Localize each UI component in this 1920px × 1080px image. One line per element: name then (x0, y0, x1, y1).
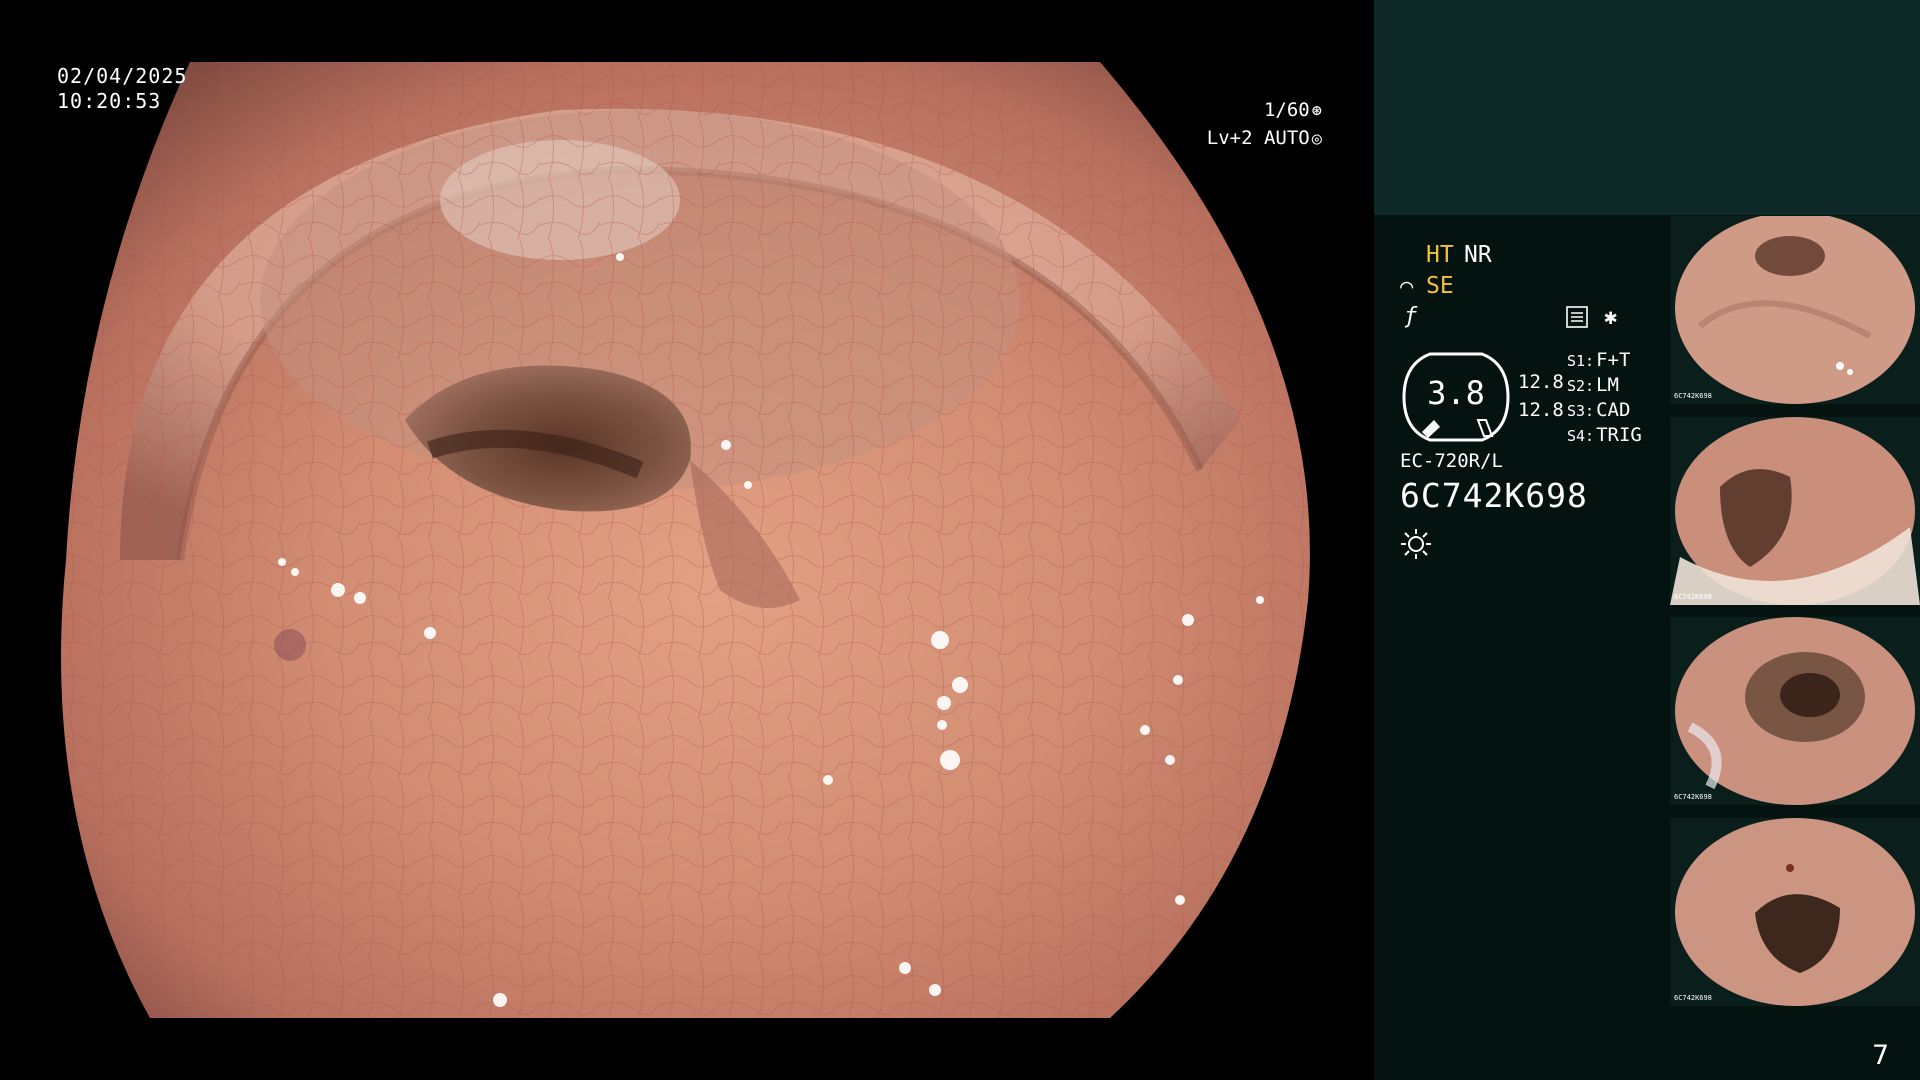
switch-s4: S4: TRIG (1567, 424, 1642, 446)
thumbnail-serial: 6C742K698 (1674, 392, 1712, 400)
value-1: 12.8 (1518, 371, 1564, 393)
value-2: 12.8 (1518, 399, 1564, 421)
freeze-icon: ƒ (1404, 304, 1418, 329)
ht-indicator: HT (1426, 242, 1454, 268)
thumbnail-image (1675, 818, 1915, 1006)
exam-time: 10:20:53 (57, 89, 162, 113)
star-indicator: ✱ (1604, 305, 1618, 330)
switch-s2: S2: LM (1567, 374, 1619, 396)
se-indicator: SE (1426, 273, 1454, 299)
captured-image-thumbnail[interactable]: 6C742K698 (1670, 617, 1920, 805)
captured-image-thumbnail[interactable]: 6C742K698 (1670, 216, 1920, 404)
captured-image-thumbnail[interactable]: 6C742K698 (1670, 818, 1920, 1006)
iris-value: Lv+2 AUTO (1206, 127, 1310, 149)
thumbnail-serial: 6C742K698 (1674, 994, 1712, 1002)
switch-s1: S1: F+T (1567, 349, 1631, 371)
gauge-value: 3.8 (1427, 374, 1485, 412)
panel-header-area (1374, 0, 1920, 215)
shutter-speed: 1/60 ⊛ (1264, 99, 1322, 121)
shutter-value: 1/60 (1263, 99, 1310, 121)
shutter-icon: ⊛ (1311, 101, 1322, 121)
structure-enhance-icon: ⌒ (1400, 274, 1414, 299)
thumbnail-serial: 6C742K698 (1674, 793, 1712, 801)
memory-mode-icon (1566, 306, 1588, 328)
thumbnail-image (1675, 617, 1915, 805)
thumbnail-serial: 6C742K698 (1674, 593, 1712, 601)
light-source-icon (1401, 529, 1431, 559)
thumbnail-image (1675, 216, 1915, 404)
nr-indicator: NR (1464, 242, 1492, 268)
iris-setting: Lv+2 AUTO ◎ (1207, 127, 1322, 149)
endoscope-main-view: 02/04/2025 10:20:53 1/60 ⊛ Lv+2 AUTO ◎ (0, 0, 1374, 1080)
endoscopic-image (61, 62, 1310, 1018)
page-number: 7 (1872, 1040, 1890, 1071)
exam-date: 02/04/2025 (57, 64, 188, 88)
status-panel: HT NR ⌒ SE ƒ ✱ 3.8 12.8 12.8 S1: F+T S2: L… (1374, 0, 1920, 1080)
iris-icon: ◎ (1311, 129, 1322, 149)
scope-serial: 6C742K698 (1400, 476, 1588, 515)
scope-model: EC-720R/L (1400, 450, 1503, 472)
switch-s3: S3: CAD (1567, 399, 1631, 421)
captured-image-thumbnail[interactable]: 6C742K698 (1670, 417, 1920, 605)
thumbnail-image (1670, 417, 1920, 605)
